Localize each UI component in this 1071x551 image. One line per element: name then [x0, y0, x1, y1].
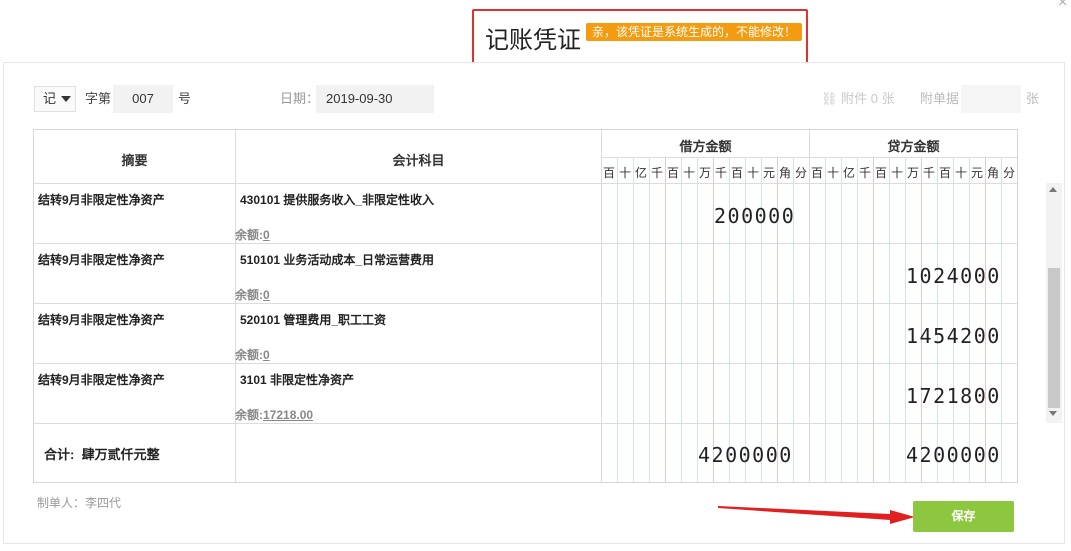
credit-unit-4: 百 [874, 166, 887, 180]
row-1-summary[interactable]: 结转9月非限定性净资产 [38, 191, 165, 208]
debit-unit-2: 亿 [634, 166, 647, 180]
credit-unit-7: 千 [922, 166, 935, 180]
bills-count-input[interactable] [961, 85, 1021, 113]
debit-unit-3: 千 [650, 166, 663, 180]
digit-column-divider [649, 157, 650, 482]
total-debit-amount: 4200000 [698, 443, 793, 467]
row-1-balance: 余额:0 [235, 228, 270, 242]
row-3-balance: 余额:0 [235, 348, 270, 362]
digit-column-divider [889, 157, 890, 482]
voucher-table: 摘要 会计科目 借方金额 贷方金额 百十亿千百十万千百十元角分百十亿千百十万千百… [33, 129, 1018, 483]
debit-unit-11: 角 [778, 166, 791, 180]
scrollbar-thumb[interactable] [1048, 268, 1060, 408]
total-in-words: 肆万贰仟元整 [81, 447, 160, 462]
debit-unit-5: 十 [682, 166, 695, 180]
close-icon[interactable]: × [1058, 0, 1067, 12]
credit-unit-0: 百 [810, 166, 823, 180]
voucher-word-value: 记 [43, 91, 57, 106]
row-4-subject[interactable]: 3101 非限定性净资产 [240, 371, 354, 388]
digit-column-divider [937, 157, 938, 482]
date-input[interactable]: 2019-09-30 [316, 85, 434, 113]
row-2-credit-amount[interactable]: 1024000 [906, 264, 1001, 288]
credit-unit-12: 分 [1002, 166, 1015, 180]
digit-column-divider [985, 157, 986, 482]
bills-label: 附单据 [920, 91, 960, 106]
debit-unit-1: 十 [618, 166, 631, 180]
bills-unit-label: 张 [1026, 91, 1040, 106]
total-label: 合计: 肆万贰仟元整 [44, 447, 160, 462]
credit-unit-1: 十 [826, 166, 839, 180]
row-4-summary[interactable]: 结转9月非限定性净资产 [38, 371, 165, 388]
word-suffix-label: 字第 [85, 91, 112, 106]
debit-unit-9: 十 [746, 166, 759, 180]
annotation-arrow-icon [718, 506, 915, 524]
paperclip-icon: ⛓ [821, 91, 838, 106]
row-1-subject[interactable]: 430101 提供服务收入_非限定性收入 [240, 191, 434, 208]
digit-column-divider [857, 157, 858, 482]
digit-column-divider [1001, 157, 1002, 482]
digit-column-divider [617, 157, 618, 482]
credit-unit-6: 万 [906, 166, 919, 180]
col-summary-header: 摘要 [121, 153, 148, 168]
credit-unit-9: 十 [954, 166, 967, 180]
row-3-summary[interactable]: 结转9月非限定性净资产 [38, 311, 165, 328]
row-3-credit-amount[interactable]: 1454200 [906, 324, 1001, 348]
row-4-balance: 余额:17218.00 [235, 408, 314, 422]
maker-label: 制单人：李四代 [37, 496, 122, 510]
digit-column-divider [697, 157, 698, 482]
voucher-word-select[interactable]: 记 [34, 86, 76, 112]
row-4-credit-amount[interactable]: 1721800 [906, 384, 1001, 408]
total-credit-amount: 4200000 [906, 443, 1001, 467]
readonly-tip-badge: 亲，该凭证是系统生成的，不能修改！ [586, 23, 803, 41]
credit-unit-8: 百 [938, 166, 951, 180]
row-2-summary[interactable]: 结转9月非限定性净资产 [38, 251, 165, 268]
page-title: 记账凭证 [485, 27, 581, 54]
number-suffix-label: 号 [178, 91, 192, 106]
row-1-debit-amount[interactable]: 200000 [714, 204, 795, 228]
credit-unit-11: 角 [986, 166, 999, 180]
debit-unit-0: 百 [602, 166, 615, 180]
debit-unit-6: 万 [698, 166, 711, 180]
digit-column-divider [633, 157, 634, 482]
digit-column-divider [841, 157, 842, 482]
scroll-down-icon[interactable] [1049, 411, 1057, 416]
credit-unit-5: 十 [890, 166, 903, 180]
row-2-balance: 余额:0 [235, 288, 270, 302]
debit-unit-4: 百 [666, 166, 679, 180]
scroll-up-icon[interactable] [1049, 187, 1057, 192]
digit-column-divider [921, 157, 922, 482]
row-2-subject[interactable]: 510101 业务活动成本_日常运营费用 [240, 251, 434, 268]
debit-unit-12: 分 [794, 166, 807, 180]
debit-unit-10: 元 [762, 166, 775, 180]
row-3-subject[interactable]: 520101 管理费用_职工工资 [240, 311, 386, 328]
digit-column-divider [665, 157, 666, 482]
debit-unit-8: 百 [730, 166, 743, 180]
credit-unit-3: 千 [858, 166, 871, 180]
col-debit-header: 借方金额 [679, 139, 732, 154]
date-label: 日期： [280, 91, 320, 106]
voucher-number-input[interactable]: 007 [113, 85, 173, 113]
attachment-label: 附件 0 张 [841, 91, 895, 106]
caret-down-icon [61, 96, 71, 102]
digit-column-divider [681, 157, 682, 482]
digit-column-divider [953, 157, 954, 482]
digit-column-divider [873, 157, 874, 482]
attachment-link[interactable]: ⛓ 附件 0 张 [821, 86, 895, 112]
save-button[interactable]: 保存 [913, 501, 1014, 532]
credit-unit-10: 元 [970, 166, 983, 180]
credit-unit-2: 亿 [842, 166, 855, 180]
debit-unit-7: 千 [714, 166, 727, 180]
digit-column-divider [825, 157, 826, 482]
digit-column-divider [969, 157, 970, 482]
digit-column-divider [905, 157, 906, 482]
col-subject-header: 会计科目 [392, 153, 445, 168]
col-credit-header: 贷方金额 [887, 139, 940, 154]
